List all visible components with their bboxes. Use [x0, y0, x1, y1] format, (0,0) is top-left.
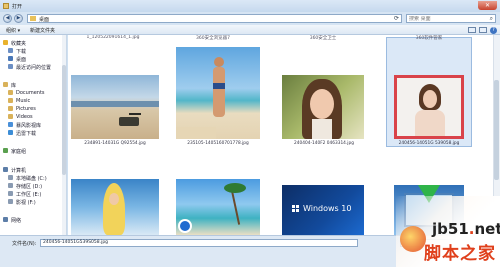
sidebar-item-label: 家庭组 [11, 149, 27, 155]
sidebar-item-label: 最近访问的位置 [16, 65, 52, 71]
app-icon [3, 3, 9, 9]
recent-places-icon [8, 64, 13, 69]
sidebar-item-label: 工作区 (E:) [16, 192, 42, 198]
sidebar-item-label: 收藏夹 [11, 41, 27, 47]
sidebar-item[interactable]: 本地磁盘 (C:) [0, 174, 66, 182]
sidebar-item[interactable]: 网络 [0, 216, 66, 224]
search-box[interactable]: ⌕ [406, 14, 496, 23]
view-options-icon[interactable] [468, 27, 476, 33]
drive-f-icon [8, 199, 13, 204]
sidebar-item-label: 网络 [11, 218, 22, 224]
sidebar-item[interactable]: 下载 [0, 47, 66, 55]
thumbnail-girl-portrait[interactable] [282, 75, 364, 139]
toolbar: 组织 ▾ 新建文件夹 ? [0, 25, 500, 35]
address-bar: ◀ ▶ 桌面 ⟳ ⌕ [0, 12, 500, 25]
sidebar-item-label: Documents [16, 90, 45, 96]
thumbnail-palm-beach[interactable] [176, 179, 260, 235]
address-box[interactable]: 桌面 ⟳ [27, 14, 402, 23]
file-label[interactable]: 360安全浏览器7 [168, 35, 258, 41]
window-title: 打开 [12, 4, 23, 10]
library-icon [3, 82, 8, 87]
sidebar-item-label: Pictures [16, 106, 36, 112]
sidebar-item[interactable]: 库 [0, 81, 66, 89]
back-button[interactable]: ◀ [3, 14, 12, 23]
sidebar-item-label: 存储区 (D:) [16, 184, 43, 190]
file-label[interactable]: 360软件管家 [384, 35, 474, 41]
thumbnail-beach-tank[interactable] [71, 75, 159, 139]
drive-e-icon [8, 191, 13, 196]
preview-pane-icon[interactable] [479, 27, 487, 33]
sidebar-item[interactable]: Documents [0, 89, 66, 97]
thumbnail-beach-woman[interactable] [176, 47, 260, 139]
sidebar-item[interactable]: 家庭组 [0, 147, 66, 155]
file-caption[interactable]: 235105-1405160701778.jpg [172, 141, 264, 146]
watermark-tagline: 脚本之家 [424, 244, 496, 264]
video-library-icon [8, 122, 13, 127]
documents-icon [8, 90, 13, 95]
sidebar-item[interactable]: 桌面 [0, 55, 66, 63]
pictures-icon [8, 106, 13, 111]
thumbnail-windows10[interactable]: Windows 10 [282, 185, 364, 235]
organize-menu[interactable]: 组织 ▾ [6, 27, 20, 34]
windows10-text: Windows 10 [303, 204, 352, 213]
drive-c-icon [8, 175, 13, 180]
sidebar-item[interactable]: 存储区 (D:) [0, 182, 66, 190]
address-path: 桌面 [39, 17, 50, 23]
navigation-pane: 收藏夹下载桌面最近访问的位置库 Documents Music Pictures Vid… [0, 35, 67, 235]
sidebar-item[interactable]: Pictures [0, 105, 66, 113]
sidebar-item-label: 迅雷下载 [16, 131, 37, 137]
file-label[interactable]: 1_120522091614_1.jpg [68, 35, 158, 40]
homegroup-icon [3, 148, 8, 153]
sidebar-item-label: 计算机 [11, 168, 27, 174]
sidebar-item-label: 暴风影视库 [16, 123, 42, 129]
help-icon[interactable]: ? [490, 27, 497, 34]
sidebar-item[interactable]: 暴风影视库 [0, 121, 66, 129]
thunder-download-icon [8, 130, 13, 135]
drive-d-icon [8, 183, 13, 188]
sidebar-item-label: 本地磁盘 (C:) [16, 176, 47, 182]
sidebar-item[interactable]: Videos [0, 113, 66, 121]
search-input[interactable] [409, 16, 487, 22]
star-icon [3, 40, 8, 45]
forward-button[interactable]: ▶ [14, 14, 23, 23]
filename-input[interactable]: 240456-14051G539S058.jpg [40, 239, 358, 247]
file-label[interactable]: 360安全卫士 [278, 35, 368, 41]
sidebar-item-label: 桌面 [16, 57, 27, 63]
music-icon [8, 98, 13, 103]
computer-icon [3, 167, 8, 172]
sidebar-item-label: Videos [16, 114, 33, 120]
new-folder-button[interactable]: 新建文件夹 [30, 27, 55, 34]
sidebar-item-label: Music [16, 98, 31, 104]
network-icon [3, 217, 8, 222]
site-logo-icon [400, 226, 426, 252]
title-bar: 打开 ✕ [0, 0, 500, 12]
sidebar-item[interactable]: Music [0, 97, 66, 105]
sidebar-item[interactable]: 影视 (F:) [0, 198, 66, 206]
desktop-icon [8, 56, 13, 61]
file-caption[interactable]: 240404-140F2 0463314.jpg [278, 141, 370, 146]
file-caption[interactable]: 234891-14031G Q92554.jpg [68, 141, 162, 146]
sidebar-item[interactable]: 计算机 [0, 166, 66, 174]
sidebar-item[interactable]: 工作区 (E:) [0, 190, 66, 198]
videos-icon [8, 114, 13, 119]
search-icon[interactable]: ⌕ [490, 15, 493, 23]
sidebar-item[interactable]: 收藏夹 [0, 39, 66, 47]
sidebar-item[interactable]: 最近访问的位置 [0, 63, 66, 71]
sidebar-item-label: 影视 (F:) [16, 200, 36, 206]
close-button[interactable]: ✕ [478, 1, 497, 10]
watermark-site: jb51.net [432, 220, 500, 238]
folder-icon [30, 16, 36, 21]
thumbnail-woman-red-frame[interactable] [394, 75, 464, 139]
thumbnail-blonde-woman[interactable] [71, 179, 159, 235]
main-scroll-thumb[interactable] [494, 80, 499, 180]
filename-label: 文件名(N): [12, 241, 37, 247]
sidebar-item-label: 下载 [16, 49, 27, 55]
refresh-icon[interactable]: ⟳ [394, 15, 399, 22]
file-caption[interactable]: 240456-14051G 539058.jpg [386, 141, 472, 146]
download-folder-icon [8, 48, 13, 53]
sidebar-item[interactable]: 迅雷下载 [0, 129, 66, 137]
sidebar-item-label: 库 [11, 83, 17, 89]
